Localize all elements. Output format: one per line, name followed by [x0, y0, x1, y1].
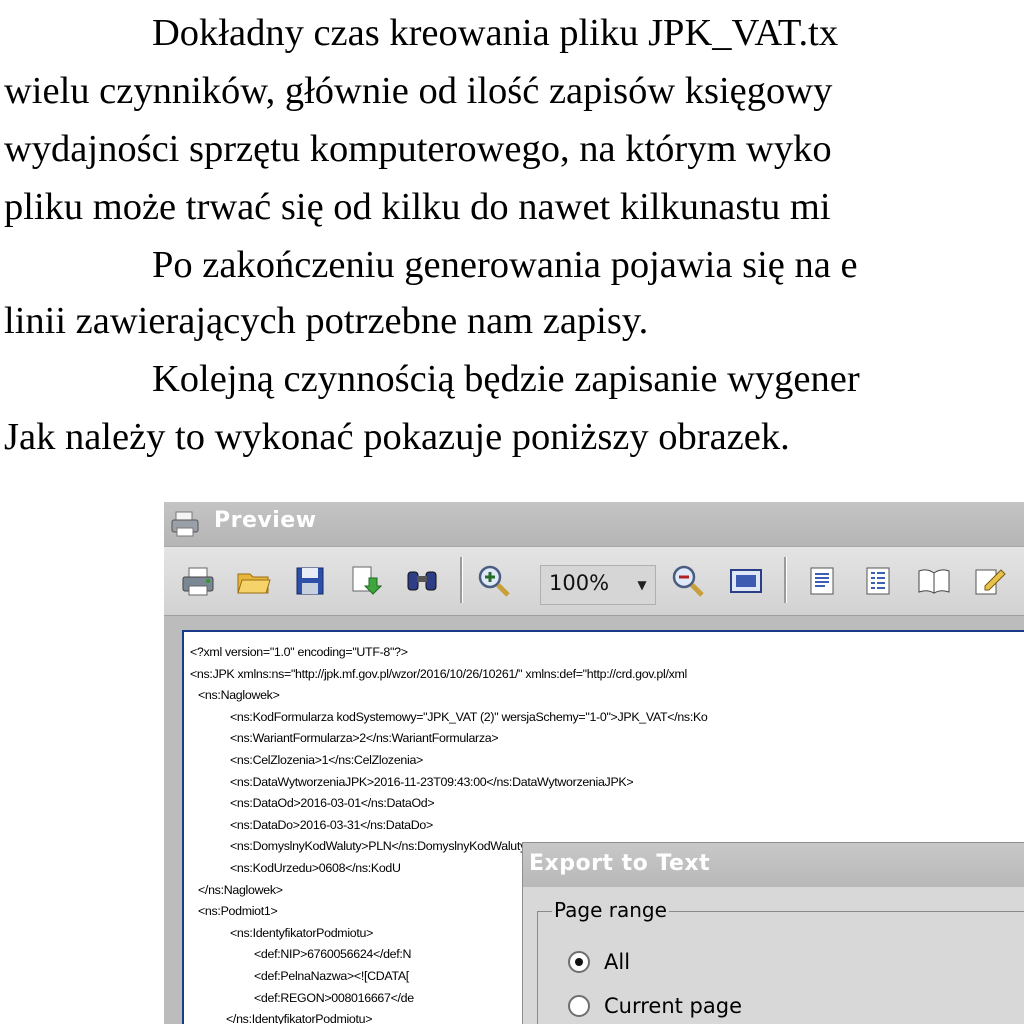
page-range-group: Page range All Current page [537, 898, 1024, 1024]
edit-icon[interactable] [970, 561, 1010, 601]
save-disk-icon[interactable] [290, 561, 330, 601]
single-page-icon[interactable] [802, 561, 842, 601]
paragraph-line: wydajności sprzętu komputerowego, na któ… [4, 128, 832, 170]
zoom-select[interactable]: 100% ▼ [540, 565, 656, 605]
radio-all-indicator[interactable] [568, 951, 590, 973]
radio-current-page-label: Current page [604, 994, 742, 1018]
paragraph-line: Kolejną czynnością będzie zapisanie wyge… [152, 358, 860, 400]
chevron-down-icon[interactable]: ▼ [629, 566, 655, 604]
xml-line: <ns:Naglowek> [198, 688, 280, 703]
toolbar-separator [784, 557, 787, 603]
paragraph-line: pliku może trwać się od kilku do nawet k… [4, 186, 831, 228]
dialog-title: Export to Text [529, 851, 711, 876]
preview-title-bar[interactable]: Preview [164, 502, 1024, 547]
zoom-out-icon[interactable] [668, 561, 708, 601]
radio-current-page[interactable]: Current page [568, 994, 742, 1018]
radio-all-label: All [604, 950, 631, 974]
toolbar-separator [460, 557, 463, 603]
xml-line: <ns:CelZlozenia>1</ns:CelZlozenia> [230, 752, 423, 767]
xml-line: <ns:DataDo>2016-03-31</ns:DataDo> [230, 817, 433, 832]
page-view-icon[interactable] [726, 561, 766, 601]
page-range-label: Page range [552, 898, 669, 922]
export-to-text-dialog: Export to Text Page range All Current pa… [522, 842, 1024, 1024]
paragraph-line: Jak należy to wykonać pokazuje poniższy … [4, 416, 790, 458]
xml-line: <ns:JPK xmlns:ns="http://jpk.mf.gov.pl/w… [190, 666, 687, 681]
xml-line: <ns:KodFormularza kodSystemowy="JPK_VAT … [230, 709, 708, 724]
paragraph-line: Dokładny czas kreowania pliku JPK_VAT.tx [152, 12, 839, 54]
find-binoculars-icon[interactable] [402, 561, 442, 601]
xml-line: <ns:DataWytworzeniaJPK>2016-11-23T09:43:… [230, 774, 634, 789]
zoom-in-icon[interactable] [474, 561, 514, 601]
open-folder-icon[interactable] [234, 561, 274, 601]
xml-line: <ns:WariantFormularza>2</ns:WariantFormu… [230, 731, 499, 746]
radio-current-page-indicator[interactable] [568, 995, 590, 1017]
xml-line: <?xml version="1.0" encoding="UTF-8"?> [190, 645, 408, 659]
dialog-title-bar[interactable]: Export to Text [523, 843, 1024, 887]
radio-all[interactable]: All [568, 950, 630, 974]
export-icon[interactable] [346, 561, 386, 601]
preview-window: Preview 100% ▼ <?xml version="1.0" encod… [164, 502, 1024, 1024]
paragraph-line: wielu czynników, głównie od ilość zapisó… [4, 70, 833, 112]
multi-page-icon[interactable] [858, 561, 898, 601]
paragraph-line: linii zawierających potrzebne nam zapisy… [4, 300, 649, 342]
preview-toolbar: 100% ▼ [164, 547, 1024, 616]
book-icon[interactable] [914, 561, 954, 601]
zoom-value: 100% [549, 571, 610, 595]
printer-app-icon [170, 510, 200, 538]
paragraph-line: Po zakończeniu generowania pojawia się n… [152, 244, 858, 286]
printer-icon[interactable] [178, 561, 218, 601]
xml-line: <ns:DataOd>2016-03-01</ns:DataOd> [230, 796, 435, 811]
preview-title: Preview [214, 508, 317, 533]
